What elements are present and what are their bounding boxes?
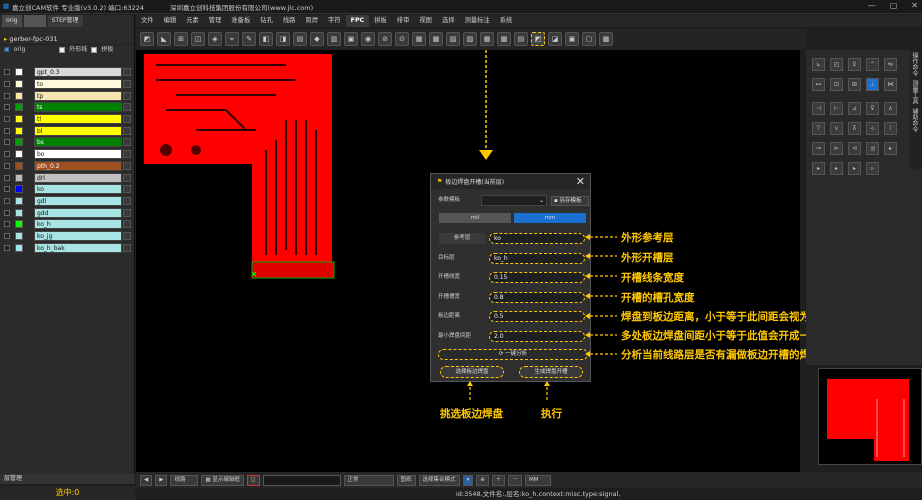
command-icon[interactable]: ▸ <box>884 142 897 155</box>
command-icon[interactable]: ⊡ <box>830 78 843 91</box>
command-icon[interactable]: ⊹ <box>866 122 879 135</box>
drawing-button[interactable]: 图纸 <box>396 474 416 486</box>
annotation-arrowhead <box>585 313 590 319</box>
command-icon[interactable]: ⊼ <box>848 122 861 135</box>
command-icon[interactable]: ⊥ <box>866 78 879 91</box>
annotation-analyze: 分析当前线路层是否有漏做板边开槽的焊盘 <box>621 349 821 361</box>
annotation-arrowhead <box>585 273 590 279</box>
annotation-pad-spacing: 多处板边焊盘间距小于等于此值会开成一个槽 <box>621 330 831 342</box>
tab-measure[interactable]: 测量工具 <box>910 78 919 106</box>
annotation-ref-layer: 外形参考层 <box>621 232 674 244</box>
command-icon[interactable]: ⇋ <box>884 58 897 71</box>
command-icon[interactable]: ▸ <box>812 162 825 175</box>
annotation-arrowhead <box>585 332 590 338</box>
select-mode-button[interactable]: 选择集合模式 <box>418 474 460 486</box>
annotation-arrowhead <box>585 293 590 299</box>
next-button[interactable]: ▶ <box>155 474 168 486</box>
annotation-arrowhead <box>585 253 590 259</box>
command-icon[interactable]: ⌃ <box>866 58 879 71</box>
command-icon[interactable]: ⊸ <box>812 142 825 155</box>
zoom-in-icon[interactable]: ＋ <box>491 474 506 486</box>
zoom-fit-icon[interactable]: ⊕ <box>476 474 489 486</box>
annotation-slot-width: 开槽的槽孔宽度 <box>621 292 695 304</box>
command-icon[interactable]: ▹ <box>866 162 879 175</box>
annotation-arrowhead <box>585 351 590 357</box>
command-icon[interactable]: ⊺ <box>884 122 897 135</box>
command-icon[interactable]: ⊾ <box>812 58 825 71</box>
annotation-select-pads: 挑选板边焊盘 <box>440 408 503 420</box>
command-icon[interactable]: ⊞ <box>848 78 861 91</box>
command-icon[interactable]: ⊤ <box>812 122 825 135</box>
command-icon[interactable]: ⊴ <box>866 142 879 155</box>
annotation-arrowhead <box>544 381 550 386</box>
bottom-toolbar: ◀ ▶ 线路 ▦ 显示编辑框 ◻ 正常 图纸 选择集合模式 ▾ ⊕ ＋ － MM <box>136 472 922 488</box>
command-icon[interactable]: ⊽ <box>866 102 879 115</box>
annotation-arrowhead <box>467 381 473 386</box>
annotation-execute: 执行 <box>541 408 562 420</box>
command-icon[interactable]: ⊿ <box>848 102 861 115</box>
status-bar: id:3548,文件名:,层名:ko_h,context:misc,type:s… <box>136 488 922 500</box>
command-icon[interactable]: ⋈ <box>884 78 897 91</box>
command-icon[interactable]: ⊣ <box>812 102 825 115</box>
mode-select[interactable]: 线路 <box>170 474 199 486</box>
annotation-line-width: 开槽线条宽度 <box>621 272 684 284</box>
display-mode-select[interactable]: 正常 <box>343 474 394 486</box>
minimap-drawing <box>827 379 909 461</box>
command-icon[interactable]: ◰ <box>830 58 843 71</box>
annotation-arrows <box>467 234 617 402</box>
filter-icon[interactable]: ▾ <box>462 474 474 486</box>
annotation-slot-layer: 外形开槽层 <box>621 252 674 264</box>
tab-assist[interactable]: 辅助命令 <box>910 106 919 134</box>
command-icon[interactable]: ⊲ <box>848 142 861 155</box>
command-icon[interactable]: ⊷ <box>812 78 825 91</box>
zoom-out-icon[interactable]: － <box>508 474 522 486</box>
unit-select[interactable]: MM <box>524 474 551 486</box>
command-input[interactable] <box>262 474 341 486</box>
command-icon[interactable]: ⋎ <box>830 122 843 135</box>
command-icon[interactable]: ▸ <box>848 162 861 175</box>
command-icon[interactable]: ⊢ <box>830 102 843 115</box>
command-icon[interactable]: ⋏ <box>884 102 897 115</box>
right-tabs: 操作命令 测量工具 辅助命令 <box>910 50 922 170</box>
command-icon[interactable]: ⊳ <box>830 142 843 155</box>
command-panel: 操作命令 测量工具 辅助命令 ⊾ ◰ ⊻ ⌃ ⇋ ⊷ ⊡ ⊞ ⊥ ⋈ ⊣ ⊢ ⊿ ⊽ ⋏ ⊤ ⋎ ⊼ ⊹ ⊺ ⊸ ⊳ ⊲ ⊴ ▸… <box>806 50 922 365</box>
view-edit-button[interactable]: ▦ 显示编辑框 <box>201 474 244 486</box>
annotation-arrowhead <box>585 234 590 240</box>
command-icon[interactable]: ▸ <box>830 162 843 175</box>
prev-button[interactable]: ◀ <box>140 474 153 486</box>
frame-icon[interactable]: ◻ <box>246 474 260 486</box>
tab-operations[interactable]: 操作命令 <box>910 50 919 78</box>
command-icon[interactable]: ⊻ <box>848 58 861 71</box>
minimap[interactable] <box>818 368 922 465</box>
